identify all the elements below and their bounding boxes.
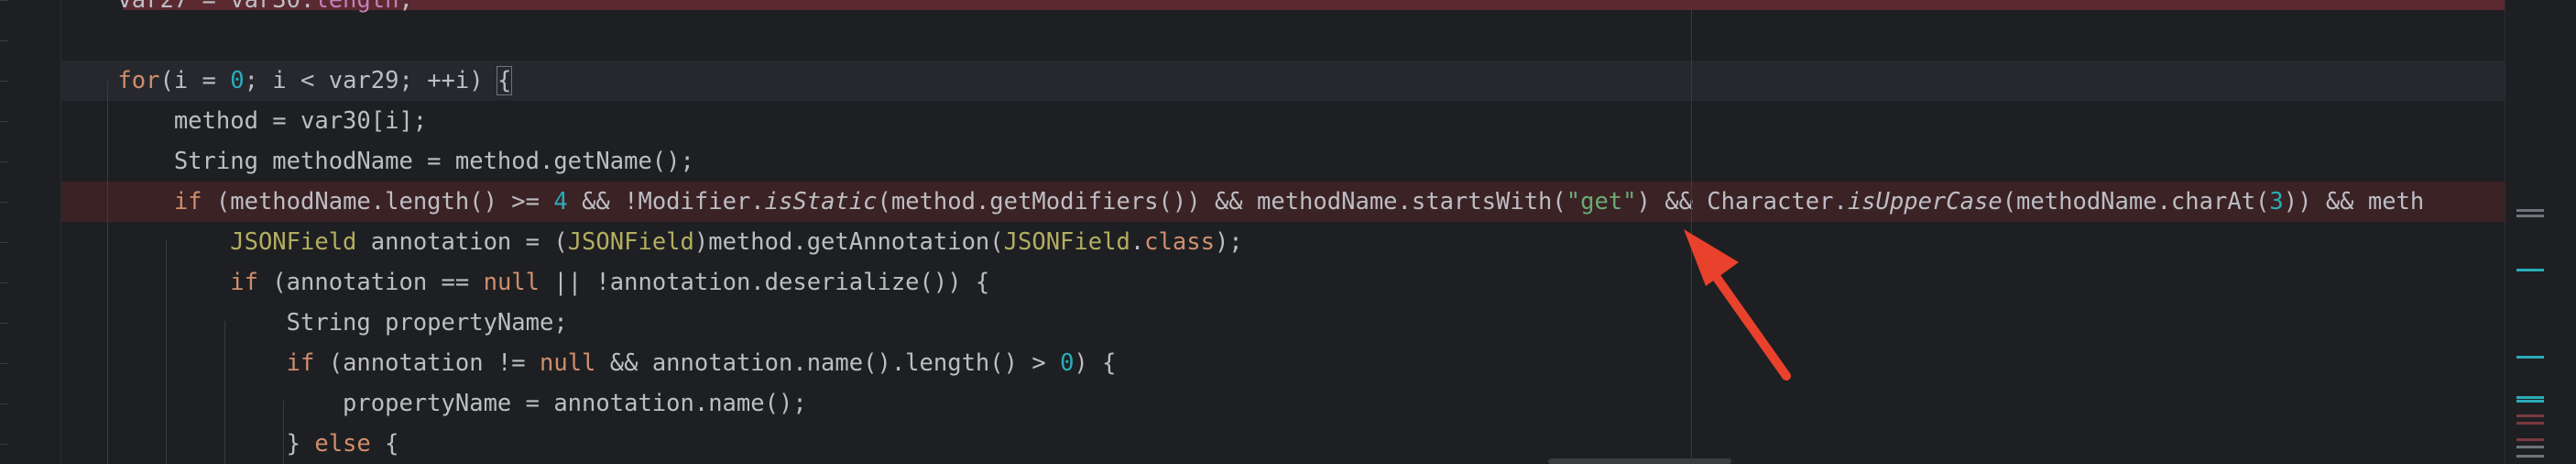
code-token: method = var30[i]; bbox=[61, 107, 428, 135]
code-token: (methodName.length() >= bbox=[202, 188, 554, 215]
scrollbar-marker[interactable] bbox=[2516, 438, 2544, 441]
code-line[interactable]: if (annotation != null && annotation.nam… bbox=[61, 343, 2505, 383]
code-token: (method.getModifiers()) && methodName.st… bbox=[877, 188, 1566, 215]
code-token: ; bbox=[398, 0, 413, 14]
code-line[interactable]: if (methodName.length() >= 4 && !Modifie… bbox=[61, 182, 2505, 222]
gutter-line-marker bbox=[0, 121, 7, 122]
code-token: (i = bbox=[159, 67, 231, 94]
code-token: )method.getAnnotation( bbox=[693, 228, 1004, 256]
scrollbar-marker[interactable] bbox=[2516, 455, 2544, 458]
code-token: (methodName.charAt( bbox=[2002, 188, 2270, 215]
code-token: || !annotation.deserialize()) { bbox=[540, 269, 990, 296]
code-token: JSONField bbox=[1003, 228, 1130, 256]
code-line[interactable]: var27 = var30.length; bbox=[61, 0, 2505, 20]
code-token: } bbox=[61, 430, 315, 458]
gutter-line-marker bbox=[0, 81, 7, 82]
code-token: String propertyName; bbox=[61, 309, 568, 337]
code-token: 0 bbox=[1060, 349, 1075, 377]
gutter-line-marker bbox=[0, 0, 7, 1]
code-token: isUpperCase bbox=[1847, 188, 2003, 215]
code-line[interactable]: for(i = 0; i < var29; ++i) { bbox=[61, 61, 2505, 101]
code-token: class bbox=[1144, 228, 1215, 256]
scrollbar-marker[interactable] bbox=[2516, 414, 2544, 417]
code-token: "get" bbox=[1566, 188, 1637, 215]
code-token: length bbox=[314, 0, 399, 14]
code-token: isStatic bbox=[764, 188, 878, 215]
gutter-line-marker bbox=[0, 323, 7, 324]
code-token: . bbox=[1130, 228, 1145, 256]
indent-guide bbox=[283, 401, 284, 464]
scrollbar-marker[interactable] bbox=[2516, 269, 2544, 271]
code-token: if bbox=[286, 349, 315, 377]
scrollbar-marker[interactable] bbox=[2516, 209, 2544, 212]
scrollbar-marker[interactable] bbox=[2516, 422, 2544, 425]
code-token: if bbox=[230, 269, 258, 296]
code-token: var27 = var30. bbox=[61, 0, 315, 14]
indent-guide bbox=[224, 321, 225, 464]
code-token: annotation = ( bbox=[356, 228, 568, 256]
gutter-line-marker bbox=[0, 242, 7, 243]
code-token: ; i < var29; ++i) bbox=[244, 67, 497, 94]
code-token: null bbox=[540, 349, 596, 377]
code-line[interactable]: JSONField annotation = (JSONField)method… bbox=[61, 222, 2505, 262]
code-token: && !Modifier. bbox=[567, 188, 765, 215]
code-token: )) && meth bbox=[2283, 188, 2425, 215]
code-token: if bbox=[173, 188, 202, 215]
scrollbar-marker[interactable] bbox=[2516, 356, 2544, 359]
scrollbar-marker[interactable] bbox=[2516, 215, 2544, 217]
code-token: (annotation == bbox=[257, 269, 484, 296]
code-token: ) && Character. bbox=[1636, 188, 1848, 215]
indent-guide bbox=[107, 81, 108, 464]
code-line[interactable] bbox=[61, 20, 2505, 61]
code-editor[interactable]: var27 = var30.length; for(i = 0; i < var… bbox=[0, 0, 2576, 464]
code-line[interactable]: String propertyName; bbox=[61, 303, 2505, 343]
code-token: 0 bbox=[230, 67, 245, 94]
gutter-line-marker bbox=[0, 282, 7, 283]
code-line[interactable]: propertyName = annotation.name(); bbox=[61, 383, 2505, 424]
gutter-line-marker bbox=[0, 444, 7, 445]
horizontal-scrollbar-thumb[interactable] bbox=[1548, 458, 1731, 464]
gutter-line-marker bbox=[0, 161, 7, 162]
gutter-line-marker bbox=[0, 403, 7, 404]
code-token: else bbox=[314, 430, 371, 458]
code-token: && annotation.name().length() > bbox=[595, 349, 1061, 377]
code-token: propertyName = annotation.name(); bbox=[61, 390, 807, 417]
editor-gutter[interactable] bbox=[0, 0, 61, 464]
code-token: 3 bbox=[2269, 188, 2284, 215]
scrollbar-marker[interactable] bbox=[2516, 400, 2544, 403]
code-token: null bbox=[483, 269, 540, 296]
code-token: { bbox=[496, 66, 513, 95]
right-margin-guide bbox=[1691, 0, 1692, 464]
code-area[interactable]: var27 = var30.length; for(i = 0; i < var… bbox=[61, 0, 2505, 464]
code-token: { bbox=[370, 430, 399, 458]
gutter-line-marker bbox=[0, 40, 7, 41]
code-line[interactable]: String methodName = method.getName(); bbox=[61, 141, 2505, 182]
scrollbar-marker[interactable] bbox=[2516, 396, 2544, 399]
gutter-line-marker bbox=[0, 202, 7, 203]
code-token: 4 bbox=[553, 188, 568, 215]
code-line[interactable]: } else { bbox=[61, 424, 2505, 464]
code-token: String methodName = method.getName(); bbox=[61, 148, 694, 175]
code-token: ); bbox=[1214, 228, 1243, 256]
code-line[interactable]: method = var30[i]; bbox=[61, 101, 2505, 141]
code-token: (annotation != bbox=[314, 349, 540, 377]
code-token: JSONField bbox=[567, 228, 694, 256]
indent-guide bbox=[166, 240, 167, 464]
vertical-scrollbar[interactable] bbox=[2505, 0, 2576, 464]
code-token: for bbox=[117, 67, 160, 94]
code-token: ) { bbox=[1074, 349, 1117, 377]
gutter-line-marker bbox=[0, 363, 7, 364]
code-token: JSONField bbox=[230, 228, 357, 256]
code-line[interactable]: if (annotation == null || !annotation.de… bbox=[61, 262, 2505, 303]
scrollbar-marker[interactable] bbox=[2516, 446, 2544, 448]
